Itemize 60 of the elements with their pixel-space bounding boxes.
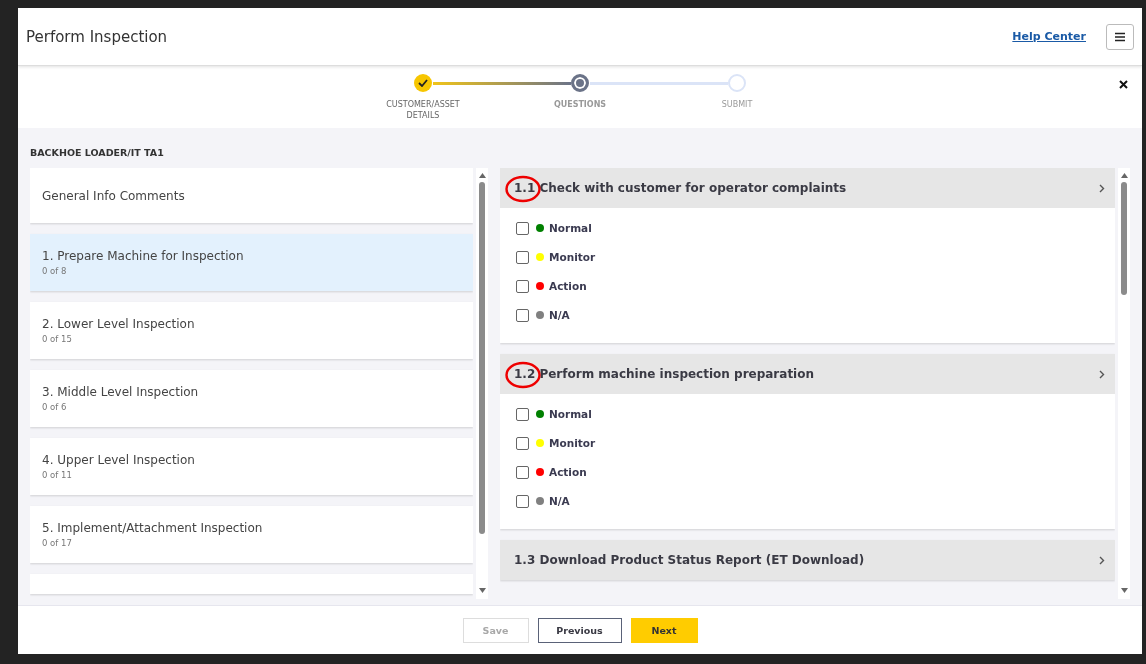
- chevron-right-icon: [1099, 555, 1105, 565]
- option-label: Action: [549, 466, 587, 478]
- question-title: 1.1 Check with customer for operator complaints: [514, 181, 847, 195]
- checkbox[interactable]: [516, 436, 529, 450]
- asset-title: BACKHOE LOADER/IT TA1: [30, 146, 165, 160]
- section-item[interactable]: 2. Lower Level Inspection 0 of 15: [30, 302, 473, 359]
- page-title: Perform Inspection: [26, 27, 169, 46]
- option-label: Action: [549, 280, 587, 292]
- checkbox[interactable]: [516, 250, 529, 264]
- question-header[interactable]: 1.1 Check with customer for operator complaints: [500, 168, 1115, 208]
- question-header[interactable]: 1.3 Download Product Status Report (ET Download): [500, 540, 1115, 580]
- scrollbar[interactable]: [476, 168, 488, 599]
- section-title: 1. Prepare Machine for Inspection: [42, 249, 245, 263]
- chevron-right-icon: [1099, 369, 1105, 379]
- checkbox[interactable]: [516, 407, 529, 421]
- section-item[interactable]: 1. Prepare Machine for Inspection 0 of 8: [30, 234, 473, 291]
- option-label: Monitor: [549, 437, 596, 449]
- step-label: QUESTIONS: [552, 99, 608, 110]
- section-progress: 0 of 8: [42, 266, 68, 276]
- question-title: 1.2 Perform machine inspection preparation: [514, 367, 815, 381]
- option-label: N/A: [549, 309, 570, 321]
- checkbox[interactable]: [516, 465, 529, 479]
- checkbox[interactable]: [516, 494, 529, 508]
- checkbox[interactable]: [516, 308, 529, 322]
- scroll-up-icon[interactable]: [1120, 173, 1128, 178]
- chevron-right-icon: [1099, 183, 1105, 193]
- scroll-down-icon[interactable]: [1120, 588, 1128, 593]
- scrollbar[interactable]: [1118, 168, 1130, 599]
- section-title: 5. Implement/Attachment Inspection: [42, 521, 264, 535]
- section-item[interactable]: General Info Comments: [30, 168, 473, 223]
- menu-button[interactable]: [1106, 23, 1134, 50]
- section-title: General Info Comments: [42, 188, 186, 203]
- section-progress: 0 of 11: [42, 470, 73, 480]
- step-label: SUBMIT: [720, 99, 754, 110]
- footer-button[interactable]: Next: [630, 617, 698, 643]
- section-progress: 0 of 6: [42, 402, 68, 412]
- section-progress: 0 of 17: [42, 538, 73, 548]
- close-icon[interactable]: [1119, 80, 1128, 89]
- checkbox[interactable]: [516, 221, 529, 235]
- section-item[interactable]: 3. Middle Level Inspection 0 of 6: [30, 370, 473, 427]
- check-icon: [418, 79, 428, 87]
- section-title: 3. Middle Level Inspection: [42, 385, 200, 399]
- help-center-link[interactable]: Help Center: [1012, 30, 1086, 43]
- menu-icon: [1115, 31, 1125, 42]
- scroll-down-icon[interactable]: [478, 588, 486, 593]
- footer-button[interactable]: Previous: [537, 617, 622, 643]
- option-label: Normal: [549, 222, 592, 234]
- question-title: 1.3 Download Product Status Report (ET Download): [514, 553, 865, 567]
- option-label: Normal: [549, 408, 592, 420]
- section-item[interactable]: 5. Implement/Attachment Inspection 0 of 17: [30, 506, 473, 563]
- option-label: Monitor: [549, 251, 596, 263]
- section-item[interactable]: 4. Upper Level Inspection 0 of 11: [30, 438, 473, 495]
- section-title: 4. Upper Level Inspection: [42, 453, 196, 467]
- checkbox[interactable]: [516, 279, 529, 293]
- step-label: CUSTOMER/ASSET DETAILS: [385, 99, 461, 121]
- question-header[interactable]: 1.2 Perform machine inspection preparation: [500, 354, 1115, 394]
- section-progress: 0 of 15: [42, 334, 73, 344]
- scroll-up-icon[interactable]: [478, 173, 486, 178]
- section-title: 2. Lower Level Inspection: [42, 317, 196, 331]
- option-label: N/A: [549, 495, 570, 507]
